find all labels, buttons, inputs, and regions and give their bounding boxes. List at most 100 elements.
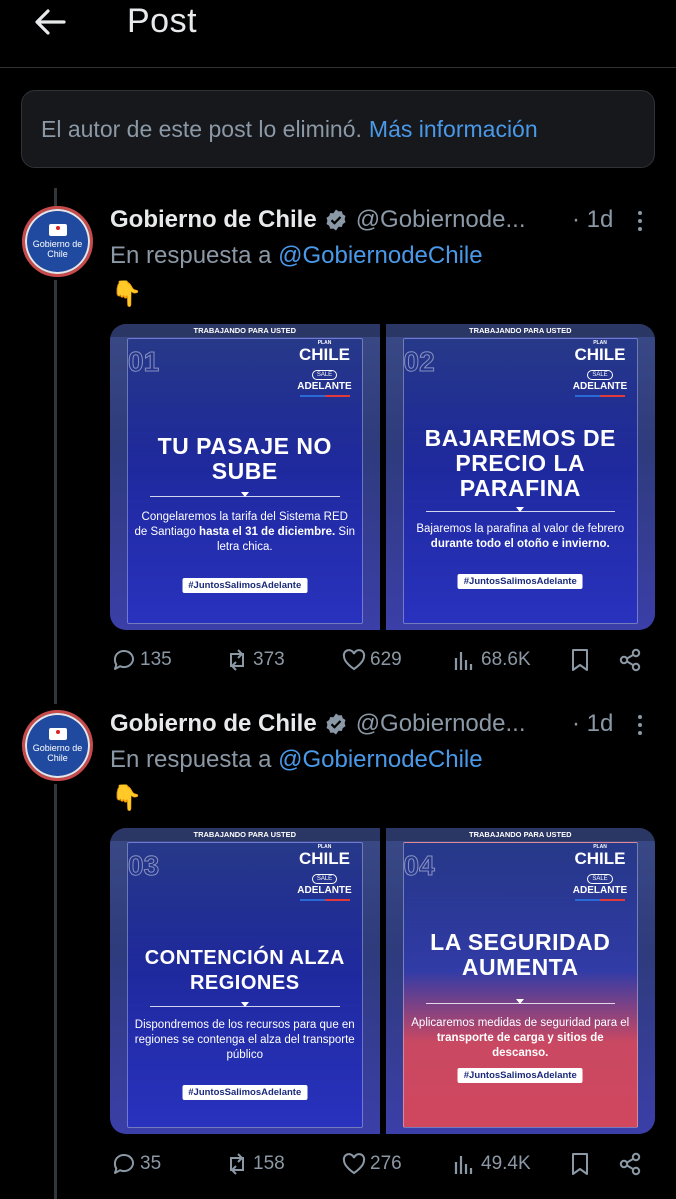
card-divider	[425, 999, 615, 1004]
avatar[interactable]: Gobierno de Chile	[22, 206, 93, 277]
author-name[interactable]: Gobierno de Chile	[110, 710, 317, 738]
post-time[interactable]: · 1d	[572, 206, 613, 234]
verified-badge-icon	[324, 208, 348, 232]
card-number: 03	[127, 850, 160, 882]
logo-sale: SALE	[311, 874, 338, 884]
card-strip: TRABAJANDO PARA USTED	[110, 324, 380, 337]
logo-chile: CHILE	[574, 849, 626, 868]
avatar-label: Gobierno de Chile	[32, 743, 83, 763]
page-title: Post	[127, 2, 198, 40]
media-card[interactable]: TRABAJANDO PARA USTED 02 PLAN CHILE SALE…	[385, 324, 655, 630]
view-count: 68.6K	[481, 649, 531, 670]
logo-chile: CHILE	[574, 345, 626, 364]
reply-mention-link[interactable]: @GobiernodeChile	[278, 242, 482, 269]
media-card[interactable]: TRABAJANDO PARA USTED 04 PLAN CHILE SALE…	[385, 828, 655, 1134]
bookmark-icon	[572, 1153, 588, 1175]
card-number: 04	[403, 850, 435, 882]
pointing-down-emoji: 👇	[111, 280, 143, 308]
reply-bubble-icon	[113, 1154, 134, 1174]
like-button[interactable]: 276	[340, 1150, 402, 1178]
card-body-bold: transporte de carga y sitios de descanso…	[436, 1032, 604, 1059]
card-hashtag: #JuntosSalimosAdelante	[457, 1068, 583, 1083]
view-count: 49.4K	[481, 1153, 531, 1174]
share-icon	[619, 1152, 641, 1176]
views-button[interactable]: 49.4K	[451, 1150, 531, 1178]
card-divider	[150, 492, 340, 497]
deleted-post-notice: El autor de este post lo eliminó. Más in…	[21, 90, 655, 168]
card-body-text: Bajaremos la parafina al valor de febrer…	[416, 523, 625, 535]
post-header: Gobierno de Chile @Gobiernode...	[110, 206, 525, 234]
bookmark-icon	[572, 649, 588, 671]
reply-prefix: En respuesta a	[110, 746, 272, 773]
post-time-wrap: · 1d	[572, 206, 613, 234]
logo-chile: CHILE	[299, 345, 350, 364]
card-strip: TRABAJANDO PARA USTED	[385, 324, 655, 337]
reply-button[interactable]: 35	[110, 1150, 161, 1178]
like-count: 276	[370, 1153, 402, 1174]
logo-adelante: ADELANTE	[297, 885, 352, 896]
repost-button[interactable]: 373	[223, 646, 285, 674]
reply-count: 35	[140, 1153, 162, 1174]
reply-context: En respuesta a @GobiernodeChile	[110, 242, 483, 270]
reply-count: 135	[140, 649, 172, 670]
more-options-button[interactable]	[630, 206, 650, 236]
reply-button[interactable]: 135	[110, 646, 172, 674]
media-card[interactable]: TRABAJANDO PARA USTED 03 PLAN CHILE SALE…	[110, 828, 380, 1134]
post-media[interactable]: TRABAJANDO PARA USTED 01 PLAN CHILE SALE…	[110, 324, 655, 630]
card-divider	[150, 1002, 340, 1007]
plan-chile-logo: PLAN CHILE SALE ADELANTE	[569, 340, 631, 397]
heart-icon	[342, 1153, 366, 1175]
verified-badge-icon	[324, 712, 348, 736]
card-body-bold: hasta el 31 de diciembre.	[199, 526, 336, 538]
more-options-button[interactable]	[630, 710, 650, 740]
repost-button[interactable]: 158	[223, 1150, 285, 1178]
bookmark-button[interactable]	[566, 646, 594, 674]
back-button[interactable]	[30, 4, 70, 40]
card-headline: CONTENCIÓN ALZA REGIONES	[144, 947, 345, 994]
avatar[interactable]: Gobierno de Chile	[22, 710, 93, 781]
repost-count: 373	[253, 649, 285, 670]
author-handle[interactable]: @Gobiernode...	[356, 710, 526, 738]
card-body-bold: durante todo el otoño e invierno.	[430, 538, 610, 550]
more-info-link[interactable]: Más información	[369, 116, 538, 143]
chile-emblem-icon	[48, 224, 67, 236]
post-media[interactable]: TRABAJANDO PARA USTED 03 PLAN CHILE SALE…	[110, 828, 655, 1134]
share-button[interactable]	[616, 646, 644, 674]
media-card[interactable]: TRABAJANDO PARA USTED 01 PLAN CHILE SALE…	[110, 324, 380, 630]
share-button[interactable]	[616, 1150, 644, 1178]
reply-mention-link[interactable]: @GobiernodeChile	[278, 746, 482, 773]
post[interactable]: Gobierno de Chile Gobierno de Chile @Gob…	[0, 200, 676, 690]
post-time-wrap: · 1d	[572, 710, 613, 738]
bookmark-button[interactable]	[566, 1150, 594, 1178]
reply-prefix: En respuesta a	[110, 242, 272, 269]
post-actions: 135 373 629 68.6K	[110, 646, 655, 678]
card-strip: TRABAJANDO PARA USTED	[110, 828, 380, 841]
plan-chile-logo: PLAN CHILE SALE ADELANTE	[569, 844, 631, 901]
logo-adelante: ADELANTE	[297, 381, 352, 392]
card-body-text: Aplicaremos medidas de seguridad para el	[411, 1017, 630, 1029]
card-body: Aplicaremos medidas de seguridad para el…	[410, 1016, 632, 1061]
avatar-label: Gobierno de Chile	[32, 239, 83, 259]
card-headline: BAJAREMOS DE PRECIO LA PARAFINA	[424, 425, 616, 501]
logo-sale: SALE	[587, 370, 613, 380]
pointing-down-emoji: 👇	[111, 784, 143, 812]
views-button[interactable]: 68.6K	[451, 646, 531, 674]
like-button[interactable]: 629	[340, 646, 402, 674]
card-headline: TU PASAJE NO SUBE	[157, 433, 332, 484]
share-icon	[619, 648, 641, 672]
author-name[interactable]: Gobierno de Chile	[110, 206, 317, 234]
plan-chile-logo: PLAN CHILE SALE ADELANTE	[294, 340, 356, 397]
card-body: Bajaremos la parafina al valor de febrer…	[410, 522, 632, 552]
post-time[interactable]: · 1d	[572, 710, 613, 738]
post[interactable]: Gobierno de Chile Gobierno de Chile @Gob…	[0, 704, 676, 1199]
reply-context: En respuesta a @GobiernodeChile	[110, 746, 483, 774]
plan-chile-logo: PLAN CHILE SALE ADELANTE	[294, 844, 356, 901]
author-handle[interactable]: @Gobiernode...	[356, 206, 526, 234]
card-body: Congelaremos la tarifa del Sistema RED d…	[134, 510, 356, 555]
reply-bubble-icon	[113, 650, 134, 670]
card-number: 02	[403, 346, 435, 378]
analytics-icon	[454, 652, 473, 670]
repost-count: 158	[253, 1153, 285, 1174]
logo-sale: SALE	[587, 874, 613, 884]
heart-icon	[342, 649, 366, 671]
